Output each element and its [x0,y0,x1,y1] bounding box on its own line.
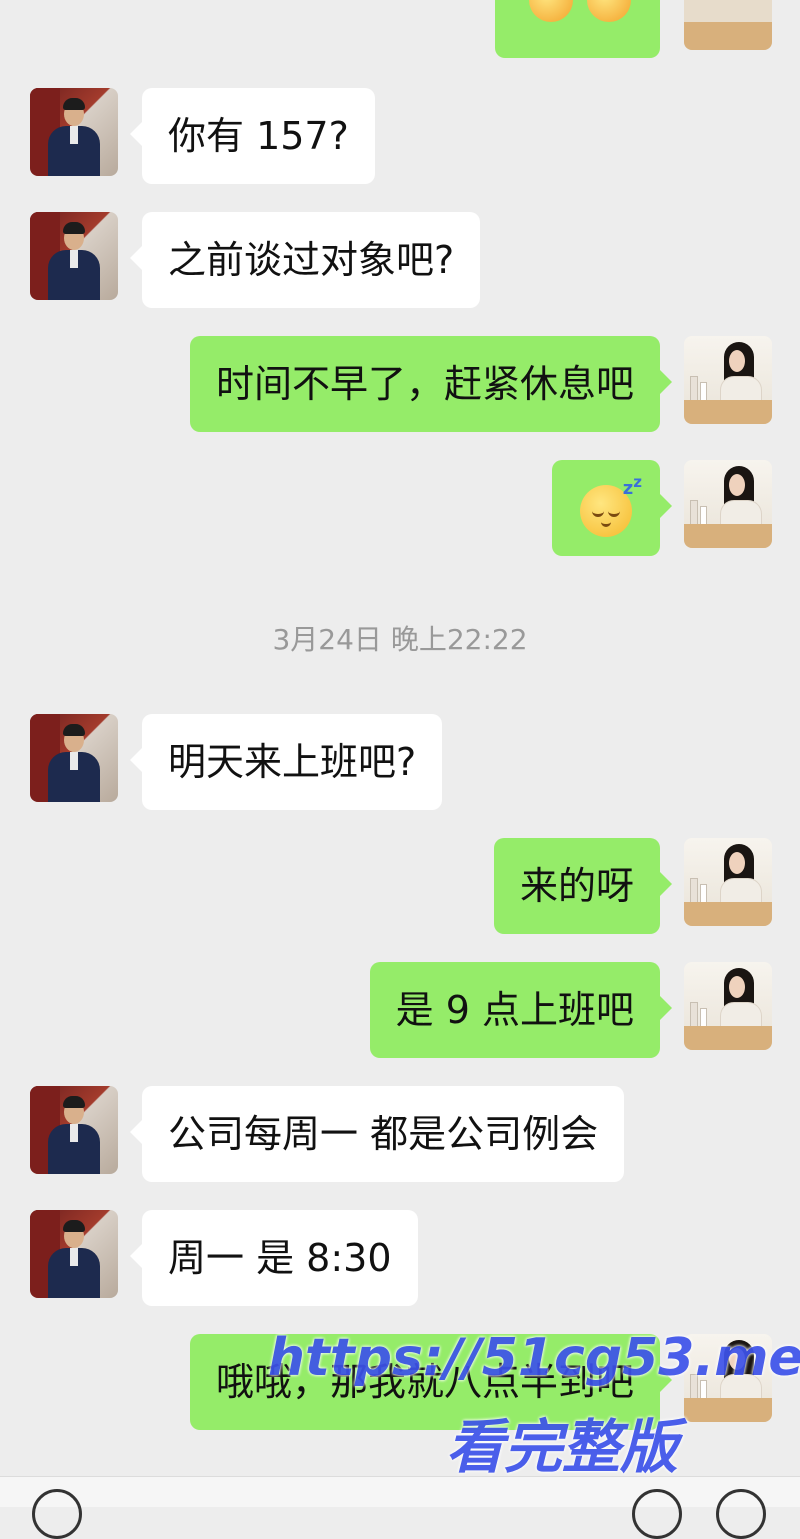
emoji-icon [587,0,631,22]
avatar-self[interactable] [684,838,772,926]
message-received: 公司每周一 都是公司例会 [0,1086,800,1182]
avatar-contact[interactable] [30,1086,118,1174]
message-bubble[interactable]: 公司每周一 都是公司例会 [129,1086,625,1182]
message-bubble[interactable]: zz [552,460,672,556]
message-bubble[interactable]: 来的呀 [493,838,673,934]
voice-icon[interactable] [32,1489,82,1539]
message-sent: 是 9 点上班吧 [0,962,800,1058]
message-bubble[interactable]: 时间不早了，赶紧休息吧 [189,336,673,432]
input-toolbar [0,1476,800,1539]
avatar-contact[interactable] [30,212,118,300]
avatar-self[interactable] [684,460,772,548]
avatar-self[interactable] [684,336,772,424]
chat-area: 你有 157? 之前谈过对象吧? 时间不早了，赶紧休息吧 zz 3月24日 晚上… [0,0,800,1539]
message-sent: 来的呀 [0,838,800,934]
message-received: 明天来上班吧? [0,714,800,810]
partial-message-bubble[interactable] [495,0,660,58]
emoji-icon [529,0,573,22]
sleeping-face-icon: zz [580,473,642,537]
avatar-self[interactable] [684,0,772,50]
message-bubble[interactable]: 之前谈过对象吧? [129,212,481,308]
message-bubble[interactable]: 你有 157? [130,88,375,184]
watermark-caption: 看完整版 [446,1413,679,1481]
avatar-contact[interactable] [30,714,118,802]
message-received: 周一 是 8:30 [0,1210,800,1306]
emoji-icon[interactable] [632,1489,682,1539]
avatar-self[interactable] [684,962,772,1050]
plus-icon[interactable] [716,1489,766,1539]
avatar-contact[interactable] [30,1210,118,1298]
watermark-url: https://51cg53.me [268,1328,800,1388]
message-sent: zz [0,460,800,556]
message-received: 之前谈过对象吧? [0,212,800,308]
message-bubble[interactable]: 是 9 点上班吧 [369,962,673,1058]
message-bubble[interactable]: 明天来上班吧? [129,714,443,810]
message-received: 你有 157? [0,88,800,184]
timestamp: 3月24日 晚上22:22 [272,623,528,656]
avatar-contact[interactable] [30,88,118,176]
message-bubble[interactable]: 周一 是 8:30 [130,1210,418,1306]
message-sent: 时间不早了，赶紧休息吧 [0,336,800,432]
